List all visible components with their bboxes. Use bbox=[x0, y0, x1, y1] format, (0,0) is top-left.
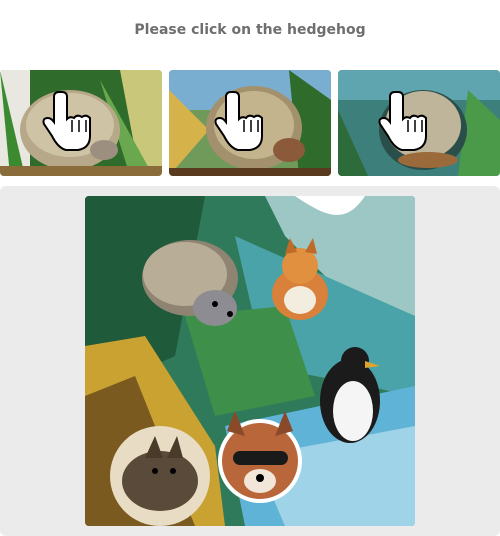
example-image-2 bbox=[169, 70, 331, 176]
bat[interactable] bbox=[110, 426, 210, 526]
example-hedgehog-image-1 bbox=[0, 70, 162, 176]
captcha-prompt: Please click on the hedgehog bbox=[134, 22, 366, 38]
challenge-panel bbox=[0, 186, 500, 536]
jungle-scene[interactable] bbox=[85, 196, 415, 526]
example-hedgehog-image-2 bbox=[169, 70, 331, 176]
challenge-image[interactable] bbox=[85, 196, 415, 526]
example-hedgehog-image-3 bbox=[338, 70, 500, 176]
raccoon[interactable] bbox=[218, 411, 302, 503]
example-image-3 bbox=[338, 70, 500, 176]
example-image-1 bbox=[0, 70, 162, 176]
example-images-row bbox=[0, 70, 500, 176]
